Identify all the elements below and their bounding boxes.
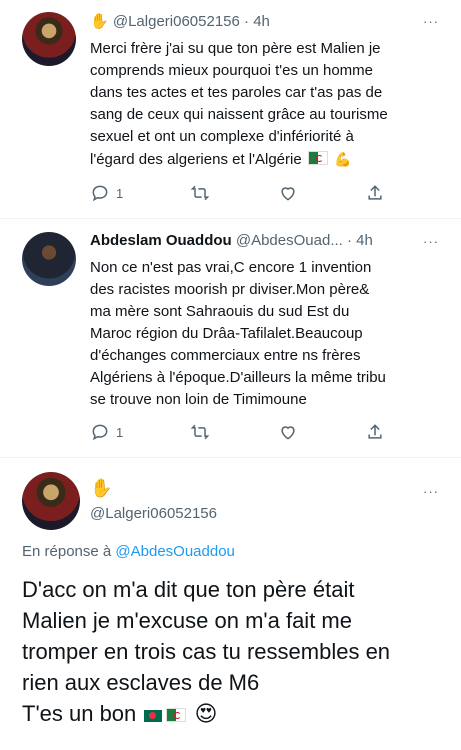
share-button[interactable] — [365, 422, 385, 442]
reply-button[interactable]: 1 — [90, 183, 123, 203]
algeria-flag-icon — [166, 708, 187, 722]
like-icon — [281, 187, 295, 201]
tweet-actions: 1 — [90, 182, 385, 204]
user-handle[interactable]: @AbdesOuad... — [236, 232, 343, 249]
display-name[interactable]: Abdeslam Ouaddou — [90, 232, 232, 249]
avatar[interactable] — [22, 12, 76, 66]
retweet-icon — [191, 424, 210, 440]
retweet-button[interactable] — [190, 183, 210, 203]
reply-icon — [92, 185, 108, 202]
tweet-text: Merci frère j'ai su que ton père est Mal… — [90, 38, 435, 171]
share-button[interactable] — [365, 183, 385, 203]
share-icon — [368, 424, 382, 439]
tweet-actions: 1 — [90, 421, 385, 443]
tweet-text: D'acc on m'a dit que ton père était Mali… — [22, 574, 447, 729]
timestamp[interactable]: · 4h — [347, 232, 373, 249]
like-button[interactable] — [278, 183, 298, 203]
divider — [0, 457, 461, 458]
reply-button[interactable]: 1 — [90, 422, 123, 442]
like-icon — [281, 426, 295, 440]
hand-emoji: ✋ — [90, 13, 109, 30]
retweet-button[interactable] — [190, 422, 210, 442]
heart-eyes-icon: 😍 — [194, 701, 218, 726]
divider — [0, 218, 461, 219]
share-icon — [368, 185, 382, 200]
more-options-icon[interactable]: ··· — [423, 14, 439, 29]
tweet-header: Abdeslam Ouaddou @AbdesOuad... · 4h — [90, 232, 373, 249]
tweet-text-content: Merci frère j'ai su que ton père est Mal… — [90, 40, 388, 168]
reply-count: 1 — [116, 185, 124, 201]
tweet-text: Non ce n'est pas vrai,C encore 1 inventi… — [90, 259, 386, 408]
algeria-flag-icon — [307, 151, 328, 165]
bangladesh-flag-icon — [144, 710, 163, 722]
more-options-icon[interactable]: ··· — [423, 234, 439, 249]
user-handle[interactable]: @Lalgeri06052156 — [90, 505, 217, 522]
timestamp[interactable]: · 4h — [244, 13, 270, 30]
reply-prefix: En réponse à — [22, 543, 116, 560]
reply-icon — [92, 424, 108, 441]
reply-context: En réponse à @AbdesOuaddou — [22, 543, 235, 560]
user-handle[interactable]: @Lalgeri06052156 — [113, 13, 240, 30]
flexed-biceps-icon: 💪 — [334, 151, 352, 167]
reply-count: 1 — [116, 424, 124, 440]
more-options-icon[interactable]: ··· — [423, 484, 439, 499]
avatar[interactable] — [22, 232, 76, 286]
like-button[interactable] — [278, 422, 298, 442]
tweet-header: ✋ @Lalgeri06052156 · 4h — [90, 12, 270, 30]
hand-emoji: ✋ — [90, 478, 113, 498]
avatar[interactable] — [22, 472, 80, 530]
retweet-icon — [191, 185, 210, 201]
reply-to-link[interactable]: @AbdesOuaddou — [115, 543, 234, 560]
